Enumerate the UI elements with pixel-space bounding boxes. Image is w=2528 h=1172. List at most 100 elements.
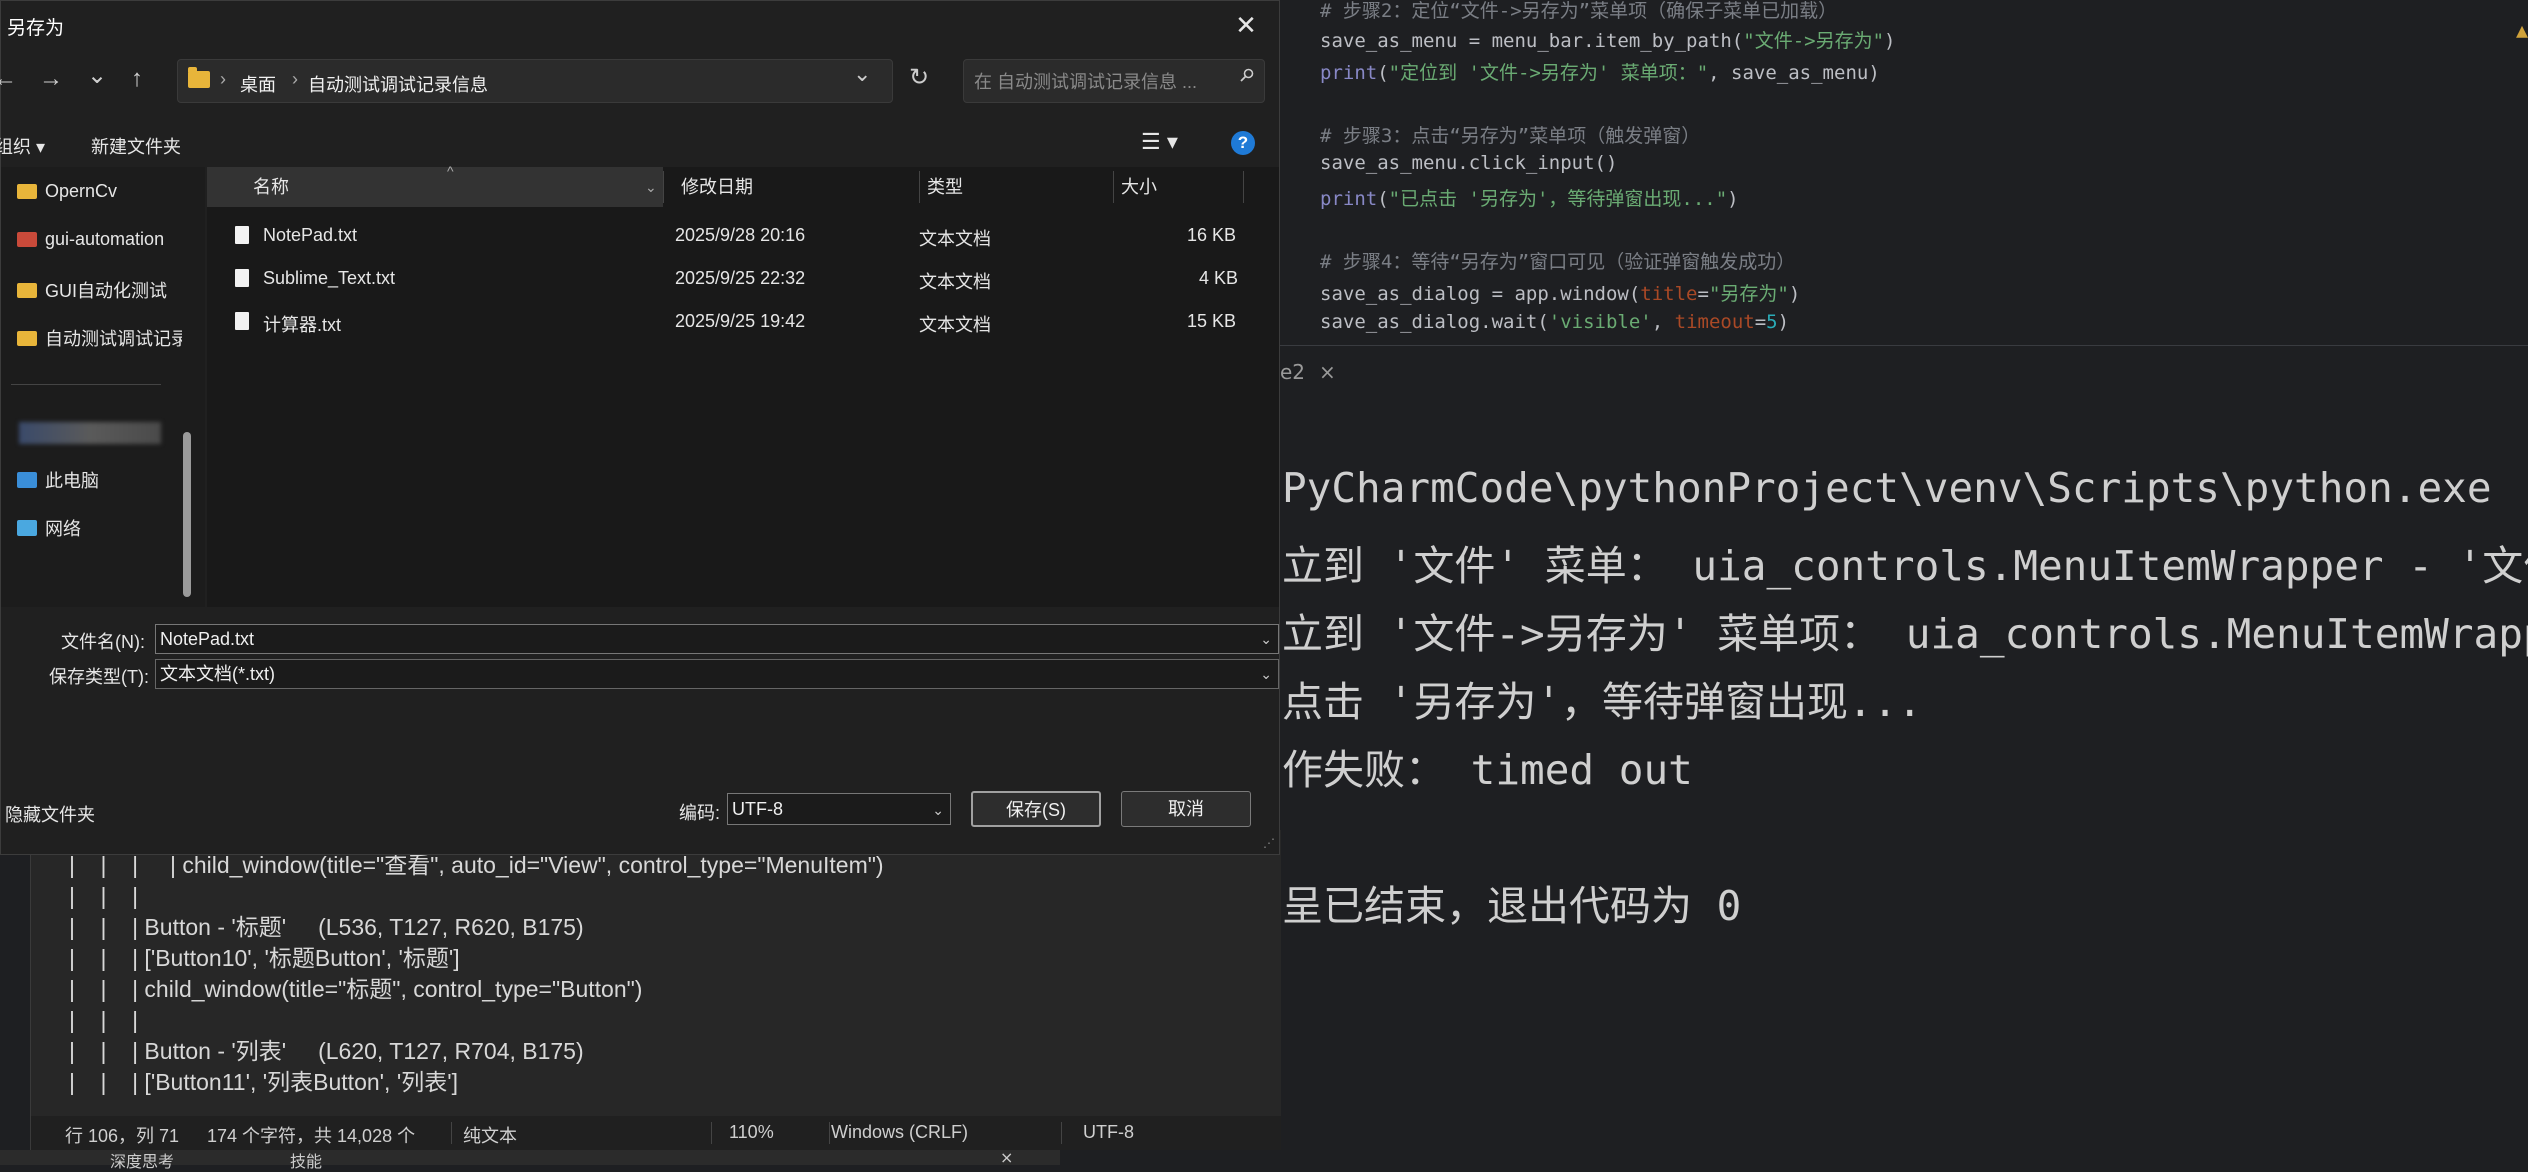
file-list[interactable]: 名称 ^ ⌄ 修改日期 类型 大小 NotePad.txt 2025/9/28 … <box>207 163 1279 607</box>
computer-icon <box>17 472 37 488</box>
save-as-dialog: 另存为 ✕ ← → ⌄ ↑ › 桌面 › 自动测试调试记录信息 ⌄ ↻ 组织 ▾… <box>0 0 1280 855</box>
new-folder-button[interactable]: 新建文件夹 <box>91 133 181 159</box>
warning-icon[interactable]: ▲ <box>2516 18 2528 42</box>
back-button[interactable]: ← <box>0 65 17 93</box>
organize-button[interactable]: 组织 ▾ <box>0 133 45 159</box>
recent-locations-button[interactable]: ⌄ <box>87 61 107 90</box>
folder-icon <box>17 330 37 346</box>
search-icon[interactable] <box>1240 68 1254 82</box>
save-button[interactable]: 保存(S) <box>971 791 1101 827</box>
folder-icon <box>188 67 210 88</box>
text-file-icon <box>235 269 249 287</box>
view-options-button[interactable]: ☰ ▾ <box>1141 129 1178 155</box>
close-icon[interactable]: × <box>1319 360 1336 384</box>
zoom-level[interactable]: 110% <box>729 1122 774 1143</box>
folder-icon <box>17 184 37 199</box>
file-name: NotePad.txt <box>263 225 358 245</box>
filename-field[interactable]: NotePad.txt ⌄ <box>155 624 1279 654</box>
close-icon[interactable]: × <box>1000 1148 1013 1167</box>
code-comment-step4: # 步骤4：等待“另存为”窗口可见（验证弹窗触发成功） <box>1320 251 1796 273</box>
text-file-icon <box>235 226 249 244</box>
text-file-icon <box>235 312 249 330</box>
folder-icon <box>17 232 37 247</box>
sort-arrow-icon: ^ <box>447 163 454 179</box>
file-row[interactable]: Sublime_Text.txt 2025/9/25 22:32 文本文档 4 … <box>207 258 1279 300</box>
nav-item-network[interactable]: 网络 <box>17 515 182 541</box>
address-dropdown-icon[interactable]: ⌄ <box>853 61 871 87</box>
code-editor[interactable]: # 步骤2：定位“文件->另存为”菜单项（确保子菜单已加载） save_as_m… <box>1280 0 2528 345</box>
column-header-name[interactable]: 名称 <box>253 167 289 207</box>
console-line: 点击 '另存为'，等待弹窗出现... <box>1282 678 1923 726</box>
file-size: 4 KB <box>1199 268 1239 288</box>
nav-item-opencv[interactable]: OpernCv <box>17 181 182 202</box>
code-line-dialog-wait: save_as_dialog.wait('visible', timeout=5… <box>1320 311 1790 333</box>
run-console[interactable]: PyCharmCode\pythonProject\venv\Scripts\p… <box>1280 402 2528 1165</box>
console-line: 立到 '文件' 菜单： uia_controls.MenuItemWrapper… <box>1282 542 2528 590</box>
save-form: 文件名(N): NotePad.txt ⌄ 保存类型(T): 文本文档(*.tx… <box>1 609 1279 854</box>
dialog-toolbar: 组织 ▾ 新建文件夹 ☰ ▾ ? <box>0 121 1279 165</box>
chevron-right-icon: › <box>292 69 298 89</box>
file-name: Sublime_Text.txt <box>263 268 396 288</box>
chevron-down-icon[interactable]: ⌄ <box>932 795 944 825</box>
nav-item-debug-records[interactable]: 自动测试调试记录 <box>17 325 182 351</box>
text-line: | | | <box>69 883 139 909</box>
console-line: 作失败： timed out <box>1282 746 1693 794</box>
nav-item-this-pc[interactable]: 此电脑 <box>17 467 182 493</box>
chevron-down-icon[interactable]: ⌄ <box>645 167 657 207</box>
code-line-app-window: save_as_dialog = app.window(title="另存为") <box>1320 283 1801 305</box>
redacted-item[interactable] <box>19 422 161 444</box>
nav-item-gui-test[interactable]: GUI自动化测试 <box>17 277 182 303</box>
column-header-type[interactable]: 类型 <box>927 167 963 207</box>
resize-grip-icon[interactable]: ⋰ <box>1263 836 1275 850</box>
deep-think-button[interactable]: 深度思考 <box>110 1148 174 1172</box>
refresh-icon[interactable]: ↻ <box>909 63 929 92</box>
nav-item-gui-automation[interactable]: gui-automation <box>17 229 182 250</box>
chevron-right-icon: › <box>220 69 226 89</box>
file-size: 15 KB <box>1187 311 1237 331</box>
breadcrumb-current-folder[interactable]: 自动测试调试记录信息 <box>308 71 488 97</box>
file-modified: 2025/9/28 20:16 <box>675 225 806 245</box>
column-header-modified[interactable]: 修改日期 <box>681 167 753 207</box>
address-bar[interactable]: › 桌面 › 自动测试调试记录信息 <box>177 59 893 103</box>
run-tab[interactable]: e2 × <box>1280 360 1336 384</box>
scrollbar[interactable] <box>183 432 191 597</box>
search-box[interactable] <box>963 59 1265 103</box>
forward-button[interactable]: → <box>39 65 63 93</box>
chevron-down-icon[interactable]: ⌄ <box>1260 660 1272 688</box>
cursor-position: 行 106，列 71 <box>65 1126 180 1146</box>
encoding-status: UTF-8 <box>1083 1122 1134 1142</box>
console-line: 立到 '文件->另存为' 菜单项： uia_controls.MenuItemW… <box>1282 610 2528 658</box>
text-line: | | | <box>69 1007 139 1033</box>
breadcrumb-desktop[interactable]: 桌面 <box>240 71 276 97</box>
filetype-label: 保存类型(T): <box>49 667 149 687</box>
code-line-click-input: save_as_menu.click_input() <box>1320 152 1618 174</box>
code-comment-step3: # 步骤3：点击“另存为”菜单项（触发弹窗） <box>1320 125 1701 147</box>
file-row[interactable]: NotePad.txt 2025/9/28 20:16 文本文档 16 KB <box>207 215 1279 257</box>
encoding-label: 编码: <box>679 803 721 823</box>
text-format: 纯文本 <box>463 1126 517 1146</box>
skills-button[interactable]: 技能 <box>290 1148 322 1172</box>
notepad-text-area[interactable]: | | | | child_window(title="查看", auto_id… <box>69 850 884 1098</box>
column-header-size[interactable]: 大小 <box>1121 167 1157 207</box>
code-comment-step2: # 步骤2：定位“文件->另存为”菜单项（确保子菜单已加载） <box>1320 0 1838 22</box>
encoding-select[interactable]: UTF-8 ⌄ <box>727 793 951 825</box>
cancel-button[interactable]: 取消 <box>1121 791 1251 827</box>
up-button[interactable]: ↑ <box>131 65 143 93</box>
text-line: | | | Button - '标题' (L536, T127, R620, B… <box>69 914 584 940</box>
notepad-window[interactable]: | | | | child_window(title="查看", auto_id… <box>30 830 1281 1150</box>
filename-label: 文件名(N): <box>61 632 145 652</box>
run-tab-bar: e2 × <box>1280 345 2528 403</box>
help-icon[interactable]: ? <box>1231 131 1255 155</box>
hide-folders-toggle[interactable]: 隐藏文件夹 <box>5 801 95 827</box>
chevron-down-icon[interactable]: ⌄ <box>1260 625 1272 653</box>
run-tab-label: e2 <box>1280 360 1306 384</box>
close-button[interactable]: ✕ <box>1223 5 1269 45</box>
file-type: 文本文档 <box>919 272 991 292</box>
divider <box>11 384 161 385</box>
code-line-print-menu: print("定位到 '文件->另存为' 菜单项：", save_as_menu… <box>1320 62 1880 84</box>
search-input[interactable] <box>972 68 1216 96</box>
navigation-pane[interactable]: OpernCv gui-automation GUI自动化测试 自动测试调试记录… <box>1 167 205 607</box>
file-row[interactable]: 计算器.txt 2025/9/25 19:42 文本文档 15 KB <box>207 301 1279 343</box>
filetype-select[interactable]: 文本文档(*.txt) ⌄ <box>155 659 1279 689</box>
code-line-print-clicked: print("已点击 '另存为'，等待弹窗出现...") <box>1320 188 1739 210</box>
